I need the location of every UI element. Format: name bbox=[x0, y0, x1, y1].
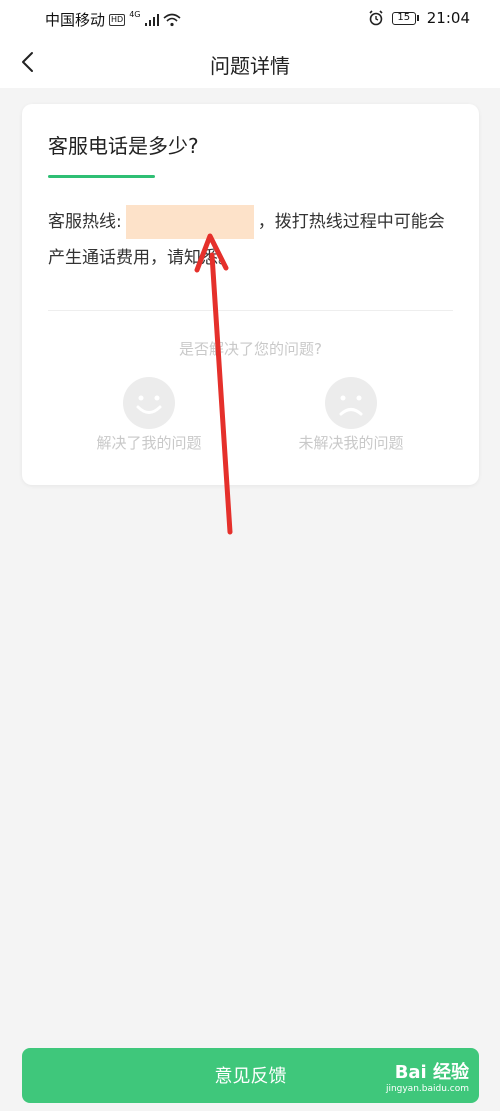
watermark-logo: Bai 经验 bbox=[394, 1062, 469, 1083]
redacted-phone-number bbox=[125, 205, 254, 239]
divider bbox=[48, 310, 453, 311]
nav-bar: 问题详情 bbox=[0, 38, 500, 88]
feedback-button[interactable]: 意见反馈 Bai 经验 jingyan.baidu.com bbox=[22, 1048, 479, 1103]
page-title: 问题详情 bbox=[210, 54, 290, 78]
alarm-icon bbox=[369, 10, 383, 26]
accent-underline bbox=[48, 175, 155, 178]
answer-prefix: 客服热线: bbox=[48, 212, 122, 232]
answer-text: 客服热线: ，拨打热线过程中可能会产生通话费用，请知悉。 bbox=[48, 204, 448, 276]
solved-label: 解决了我的问题 bbox=[96, 434, 202, 452]
feedback-question: 是否解决了您的问题? bbox=[179, 340, 322, 358]
signal-icon bbox=[144, 13, 159, 26]
battery-icon: 15 bbox=[391, 11, 419, 25]
wifi-icon bbox=[162, 13, 181, 26]
unsolved-button[interactable]: 未解决我的问题 bbox=[276, 376, 426, 453]
hd-badge: HD bbox=[109, 13, 126, 26]
answer-card: 客服电话是多少? 客服热线: ，拨打热线过程中可能会产生通话费用，请知悉。 是否解… bbox=[22, 104, 479, 485]
sad-face-icon bbox=[325, 377, 377, 429]
battery-level: 15 bbox=[391, 11, 416, 25]
status-bar: 中国移动 HD 4G 15 21:04 bbox=[0, 0, 500, 38]
unsolved-label: 未解决我的问题 bbox=[298, 434, 404, 452]
solved-button[interactable]: 解决了我的问题 bbox=[74, 376, 224, 453]
status-left: 中国移动 HD 4G bbox=[45, 9, 181, 30]
carrier-label: 中国移动 bbox=[45, 11, 106, 29]
question-title: 客服电话是多少? bbox=[48, 134, 199, 158]
smile-face-icon bbox=[123, 377, 175, 429]
network-label: 4G bbox=[129, 10, 141, 19]
clock: 21:04 bbox=[426, 9, 470, 27]
watermark-url: jingyan.baidu.com bbox=[385, 1084, 469, 1094]
baidu-watermark: Bai 经验 jingyan.baidu.com bbox=[386, 1058, 469, 1094]
status-right: 15 21:04 bbox=[368, 9, 470, 27]
